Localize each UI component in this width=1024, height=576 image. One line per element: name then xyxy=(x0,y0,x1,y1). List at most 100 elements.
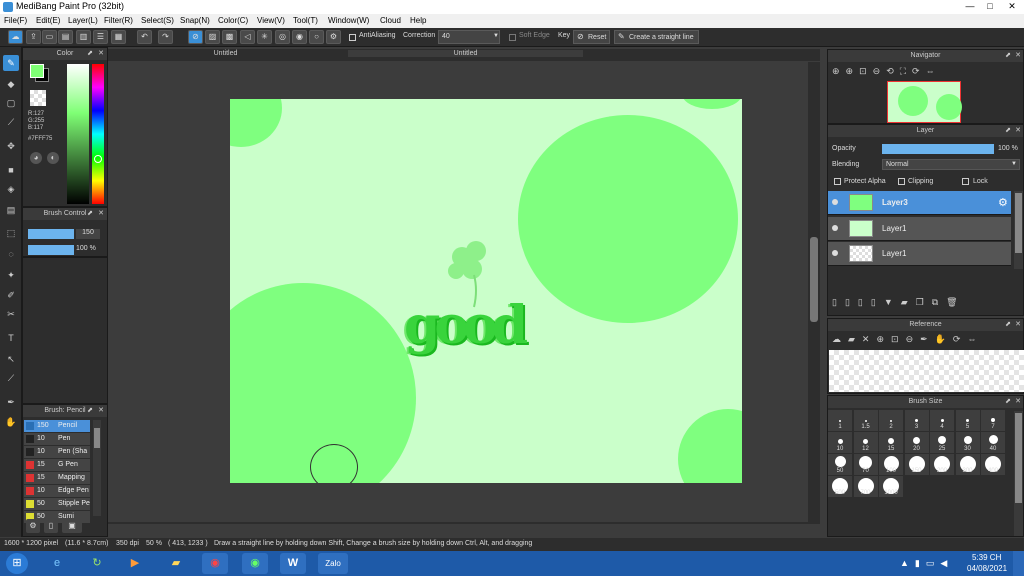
brush-list-scrollbar[interactable] xyxy=(93,420,101,516)
zoom-in-icon[interactable]: ⊕ xyxy=(846,66,860,76)
menu-color[interactable]: Color(C) xyxy=(218,16,248,25)
hand-icon[interactable]: ✋ xyxy=(3,414,19,430)
dot-tool-icon[interactable]: ⟋ xyxy=(3,114,19,130)
zoom-out-icon[interactable]: ⊖ xyxy=(873,66,887,76)
brush-size-scrollbar[interactable] xyxy=(1014,411,1023,536)
brush-size-option[interactable]: 12 xyxy=(853,432,878,453)
brush-size-option[interactable]: 100 xyxy=(879,454,903,475)
merge-icon[interactable]: ⧉ xyxy=(932,297,946,307)
menu-snap[interactable]: Snap(N) xyxy=(180,16,210,25)
zoom-out-icon[interactable]: ⊖ xyxy=(906,334,921,344)
magic-wand-icon[interactable]: ✦ xyxy=(3,267,19,283)
panel-close-icon[interactable]: ✕ xyxy=(97,208,105,220)
undo-icon[interactable]: ↶ xyxy=(137,30,152,44)
snap-radial-icon[interactable]: ✳ xyxy=(257,30,272,44)
straight-line-button[interactable]: ✎ Create a straight line xyxy=(614,30,699,44)
refresh-app-icon[interactable]: ↻ xyxy=(84,553,110,574)
brush-item[interactable]: 15 Mapping xyxy=(24,472,90,484)
brush-size-option[interactable]: 5 xyxy=(955,410,980,431)
brush-item[interactable]: 15 G Pen xyxy=(24,459,90,471)
clipping-checkbox[interactable] xyxy=(898,178,905,185)
word-icon[interactable]: W xyxy=(280,553,306,574)
brush-size-option[interactable]: 1 xyxy=(828,410,852,431)
hand-icon[interactable]: ✋ xyxy=(935,334,953,344)
text-tool-icon[interactable]: T xyxy=(3,330,19,346)
select-icon[interactable]: ⬚ xyxy=(3,225,19,241)
menu-select[interactable]: Select(S) xyxy=(141,16,174,25)
panel-float-icon[interactable]: ⬈ xyxy=(86,48,94,60)
zoom-fit-icon[interactable]: ⊕ xyxy=(832,66,846,76)
grid-icon[interactable]: ▦ xyxy=(111,30,126,44)
brush-size-option[interactable]: 300 xyxy=(955,454,980,475)
tab-untitled-1[interactable]: Untitled xyxy=(108,50,343,57)
panel-float-icon[interactable]: ⬈ xyxy=(86,405,94,417)
lock-checkbox[interactable] xyxy=(962,178,969,185)
transparent-color-swatch[interactable] xyxy=(30,90,46,106)
zalo-icon[interactable]: Zalo xyxy=(318,553,348,574)
comment-icon[interactable]: ▭ xyxy=(42,30,57,44)
brush-item[interactable]: 150 Pencil xyxy=(24,420,90,432)
cloud-icon[interactable]: ☁ xyxy=(8,30,23,44)
snap-perspective-icon[interactable]: ◁ xyxy=(240,30,255,44)
snap-circle-icon[interactable]: ◎ xyxy=(275,30,290,44)
snap-ellipse-icon[interactable]: ◉ xyxy=(292,30,307,44)
bucket-icon[interactable]: ◈ xyxy=(3,181,19,197)
close-button[interactable]: ✕ xyxy=(1002,0,1022,12)
brush-item[interactable]: 10 Pen (Sha xyxy=(24,446,90,458)
flip-icon[interactable]: ⇔ xyxy=(926,66,941,76)
operation-icon[interactable]: ↖ xyxy=(3,351,19,367)
menu-tool[interactable]: Tool(T) xyxy=(293,16,318,25)
brush-settings-icon[interactable]: ⚙ xyxy=(26,519,40,533)
actual-size-icon[interactable]: ⛶ xyxy=(900,66,912,76)
duplicate-icon[interactable]: ❐ xyxy=(916,297,932,307)
new-layer-icon[interactable]: ▯ xyxy=(832,297,845,307)
snap-grid-icon[interactable]: ▩ xyxy=(222,30,237,44)
reset-button[interactable]: ⊘ Reset xyxy=(573,30,610,44)
gradient-icon[interactable]: ▤ xyxy=(3,202,19,218)
brush-size-slider[interactable] xyxy=(28,229,74,239)
chrome-icon[interactable]: ◉ xyxy=(202,553,228,574)
panel-close-icon[interactable]: ✕ xyxy=(97,48,105,60)
brush-item[interactable]: 50 Stipple Pe xyxy=(24,498,90,510)
brush-size-option[interactable]: 7 xyxy=(981,410,1005,431)
palette-icon[interactable]: ◕ xyxy=(30,152,42,164)
panel-float-icon[interactable]: ⬈ xyxy=(1004,50,1012,62)
brush-size-option[interactable]: 15 xyxy=(879,432,903,453)
eyedropper-icon[interactable]: ✒ xyxy=(920,334,935,344)
file-explorer-icon[interactable]: ▰ xyxy=(163,553,189,574)
export-icon[interactable]: ⇪ xyxy=(26,30,41,44)
zoom-in-icon[interactable]: ⊕ xyxy=(876,334,891,344)
close-icon[interactable]: ✕ xyxy=(862,334,877,344)
brush-size-value[interactable]: 150 xyxy=(76,229,100,239)
soft-edge-checkbox[interactable] xyxy=(509,34,516,41)
menu-file[interactable]: File(F) xyxy=(4,16,27,25)
tab-untitled-2[interactable]: Untitled xyxy=(348,50,583,57)
layer-scrollbar[interactable] xyxy=(1014,191,1023,269)
ie-icon[interactable]: e xyxy=(44,553,70,574)
brightness-slider[interactable] xyxy=(67,64,89,204)
panel-float-icon[interactable]: ⬈ xyxy=(86,208,94,220)
minimize-button[interactable]: — xyxy=(960,0,980,12)
blending-select[interactable]: Normal ▼ xyxy=(882,159,1020,170)
brush-add-icon[interactable]: ▣ xyxy=(62,519,82,533)
visibility-icon[interactable] xyxy=(832,250,838,256)
snap-curve-icon[interactable]: ○ xyxy=(309,30,324,44)
panel-close-icon[interactable]: ✕ xyxy=(1014,125,1022,137)
open-folder-icon[interactable]: ▰ xyxy=(848,334,862,344)
menu-cloud[interactable]: Cloud xyxy=(380,16,401,25)
start-button[interactable]: ⊞ xyxy=(6,553,28,574)
brush-size-option[interactable]: 40 xyxy=(981,432,1005,453)
panel-float-icon[interactable]: ⬈ xyxy=(1004,125,1012,137)
brush-size-option[interactable]: 10 xyxy=(828,432,852,453)
brush-size-option[interactable]: 1.5 xyxy=(853,410,878,431)
brush-opacity-slider[interactable] xyxy=(28,245,74,255)
vertical-scrollbar[interactable] xyxy=(808,62,820,524)
snap-parallel-icon[interactable]: ▨ xyxy=(205,30,220,44)
layer-row[interactable]: Layer3 ⚙ xyxy=(828,191,1011,215)
media-player-icon[interactable]: ▶ xyxy=(122,553,148,574)
brush-tool-icon[interactable]: ✎ xyxy=(3,55,19,71)
redo-icon[interactable]: ↷ xyxy=(158,30,173,44)
navigator-thumbnail[interactable] xyxy=(887,81,962,123)
brush-item[interactable]: 10 Pen xyxy=(24,433,90,445)
panel-close-icon[interactable]: ✕ xyxy=(1014,50,1022,62)
